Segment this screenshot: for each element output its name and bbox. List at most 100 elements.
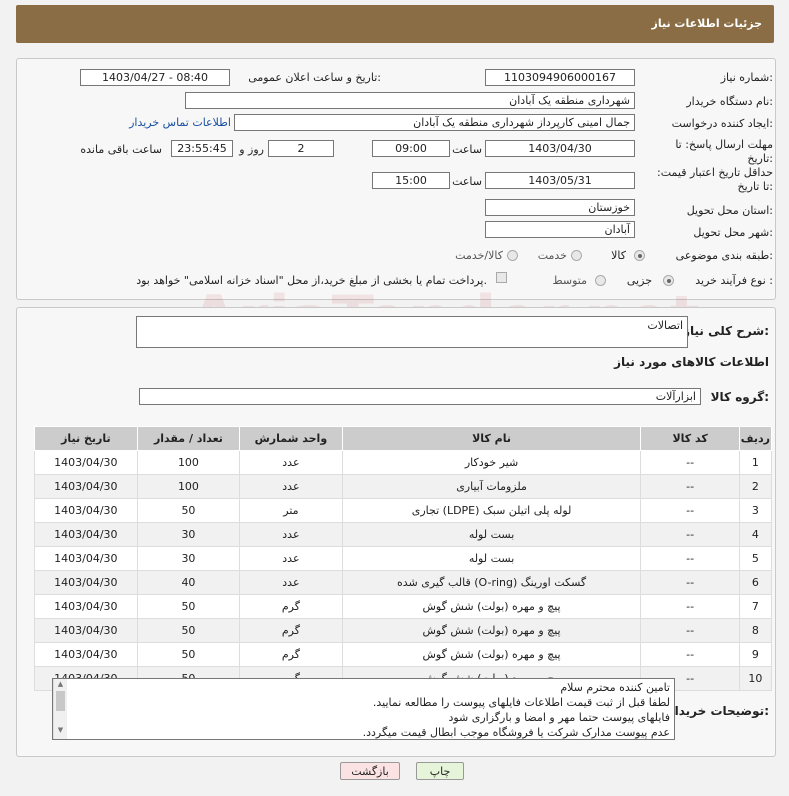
cell-code: --: [640, 474, 740, 499]
description-label: شرح کلی نیاز:: [683, 324, 769, 338]
cell-qty: 50: [136, 642, 241, 667]
cell-code: --: [640, 498, 740, 523]
process-minor-radio[interactable]: [663, 275, 674, 286]
goods-group-field[interactable]: ابزارآلات: [139, 388, 701, 405]
treasury-payment-note: پرداخت تمام یا بخشی از مبلغ خرید،از محل …: [136, 274, 487, 287]
col-quantity: تعداد / مقدار: [136, 426, 241, 451]
table-row[interactable]: 1 -- شیر خودکار عدد 100 1403/04/30: [34, 450, 773, 475]
deadline-date-field[interactable]: 1403/04/30: [485, 140, 635, 157]
cell-code: --: [640, 450, 740, 475]
cell-row: 4: [738, 522, 773, 547]
city-field[interactable]: آبادان: [485, 221, 635, 238]
requester-label: ایجاد کننده درخواست:: [671, 117, 773, 130]
announce-label: تاریخ و ساعت اعلان عمومی:: [248, 71, 381, 84]
cell-unit: گرم: [239, 642, 343, 667]
buyer-notes-line: عدم پیوست مدارک شرکت یا فروشگاه موجب ابط…: [362, 726, 670, 739]
table-row[interactable]: 3 -- لوله پلی اتیلن سبک (LDPE) تجاری متر 50 1…: [34, 498, 773, 523]
scroll-down-icon[interactable]: ▼: [54, 725, 67, 735]
cell-unit: عدد: [239, 450, 343, 475]
need-number-label: شماره نیاز:: [720, 71, 773, 84]
validity-time-field[interactable]: 15:00: [372, 172, 450, 189]
cell-row: 9: [738, 642, 773, 667]
col-item-name: نام کالا: [341, 426, 642, 451]
cell-unit: گرم: [239, 618, 343, 643]
table-row[interactable]: 5 -- بست لوله عدد 30 1403/04/30: [34, 546, 773, 571]
validity-time-label: ساعت: [452, 175, 482, 188]
cell-date: 1403/04/30: [34, 594, 138, 619]
buyer-org-label: نام دستگاه خریدار:: [686, 95, 773, 108]
category-service-radio[interactable]: [571, 250, 582, 261]
cell-date: 1403/04/30: [34, 642, 138, 667]
cell-date: 1403/04/30: [34, 618, 138, 643]
table-row[interactable]: 4 -- بست لوله عدد 30 1403/04/30: [34, 522, 773, 547]
goods-table: ردیف کد کالا نام کالا واحد شمارش تعداد /…: [34, 426, 773, 691]
process-label: نوع فرآیند خرید :: [695, 274, 773, 287]
validity-date-field[interactable]: 1403/05/31: [485, 172, 635, 189]
remaining-time-field[interactable]: 23:55:45: [171, 140, 233, 157]
cell-row: 1: [738, 450, 773, 475]
cell-code: --: [640, 570, 740, 595]
category-goods-radio[interactable]: [634, 250, 645, 261]
back-button[interactable]: بازگشت: [340, 762, 400, 780]
category-goods-label: کالا: [611, 249, 626, 262]
cell-date: 1403/04/30: [34, 522, 138, 547]
cell-code: --: [640, 594, 740, 619]
cell-name: پیچ و مهره (بولت) شش گوش: [341, 642, 642, 667]
cell-unit: عدد: [239, 546, 343, 571]
contact-buyer-link[interactable]: اطلاعات تماس خریدار: [129, 116, 231, 129]
cell-row: 2: [738, 474, 773, 499]
need-number-field[interactable]: 1103094906000167: [485, 69, 635, 86]
cell-code: --: [640, 546, 740, 571]
cell-unit: عدد: [239, 522, 343, 547]
deadline-time-field[interactable]: 09:00: [372, 140, 450, 157]
cell-date: 1403/04/30: [34, 546, 138, 571]
category-label: طبقه بندی موضوعی:: [675, 249, 773, 262]
cell-qty: 100: [136, 450, 241, 475]
buyer-notes-scrollbar[interactable]: ▲ ▼: [53, 679, 67, 739]
cell-qty: 50: [136, 498, 241, 523]
cell-name: ملزومات آبیاری: [341, 474, 642, 499]
col-need-date: تاریخ نیاز: [34, 426, 138, 451]
category-both-radio[interactable]: [507, 250, 518, 261]
print-button[interactable]: چاپ: [416, 762, 464, 780]
scroll-thumb[interactable]: [56, 691, 65, 711]
announce-field[interactable]: 1403/04/27 - 08:40: [80, 69, 230, 86]
cell-qty: 40: [136, 570, 241, 595]
description-field[interactable]: اتصالات: [136, 316, 688, 348]
requester-field[interactable]: جمال امینی کارپرداز شهرداری منطقه یک آبا…: [234, 114, 635, 131]
cell-name: لوله پلی اتیلن سبک (LDPE) تجاری: [341, 498, 642, 523]
goods-table-wrapper: ردیف کد کالا نام کالا واحد شمارش تعداد /…: [34, 426, 773, 691]
cell-name: بست لوله: [341, 546, 642, 571]
buyer-org-field[interactable]: شهرداری منطقه یک آبادان: [185, 92, 635, 109]
buyer-notes-line: تامین کننده محترم سلام: [560, 681, 670, 694]
goods-info-title: اطلاعات کالاهای مورد نیاز: [614, 355, 769, 369]
cell-code: --: [640, 522, 740, 547]
table-row[interactable]: 9 -- پیچ و مهره (بولت) شش گوش گرم 50 1403/04/…: [34, 642, 773, 667]
treasury-payment-checkbox[interactable]: [496, 272, 507, 283]
city-label: شهر محل تحویل:: [693, 226, 773, 239]
cell-name: بست لوله: [341, 522, 642, 547]
table-row[interactable]: 6 -- گسکت اورینگ (O-ring) قالب گیری شده عدد…: [34, 570, 773, 595]
buyer-notes-field[interactable]: تامین کننده محترم سلام لطفا قبل از ثبت ق…: [52, 678, 675, 740]
process-medium-label: متوسط: [552, 274, 587, 287]
table-row[interactable]: 2 -- ملزومات آبیاری عدد 100 1403/04/30: [34, 474, 773, 499]
cell-name: پیچ و مهره (بولت) شش گوش: [341, 618, 642, 643]
page-title: جزئیات اطلاعات نیاز: [651, 17, 763, 30]
cell-date: 1403/04/30: [34, 474, 138, 499]
cell-row: 7: [738, 594, 773, 619]
cell-date: 1403/04/30: [34, 570, 138, 595]
table-row[interactable]: 7 -- پیچ و مهره (بولت) شش گوش گرم 50 1403/04/…: [34, 594, 773, 619]
category-service-label: خدمت: [537, 249, 567, 262]
cell-row: 5: [738, 546, 773, 571]
province-field[interactable]: خوزستان: [485, 199, 635, 216]
table-row[interactable]: 8 -- پیچ و مهره (بولت) شش گوش گرم 50 1403/04/…: [34, 618, 773, 643]
goods-table-header: ردیف کد کالا نام کالا واحد شمارش تعداد /…: [34, 426, 773, 451]
cell-date: 1403/04/30: [34, 498, 138, 523]
days-field[interactable]: 2: [268, 140, 334, 157]
buyer-notes-line: لطفا قبل از ثبت قیمت اطلاعات فایلهای پیو…: [372, 696, 670, 709]
scroll-up-icon[interactable]: ▲: [54, 679, 67, 689]
cell-qty: 30: [136, 522, 241, 547]
buyer-notes-label: توضیحات خریدار:: [667, 704, 769, 718]
process-medium-radio[interactable]: [595, 275, 606, 286]
validity-label: حداقل تاریخ اعتبار قیمت: تا تاریخ:: [657, 166, 773, 193]
